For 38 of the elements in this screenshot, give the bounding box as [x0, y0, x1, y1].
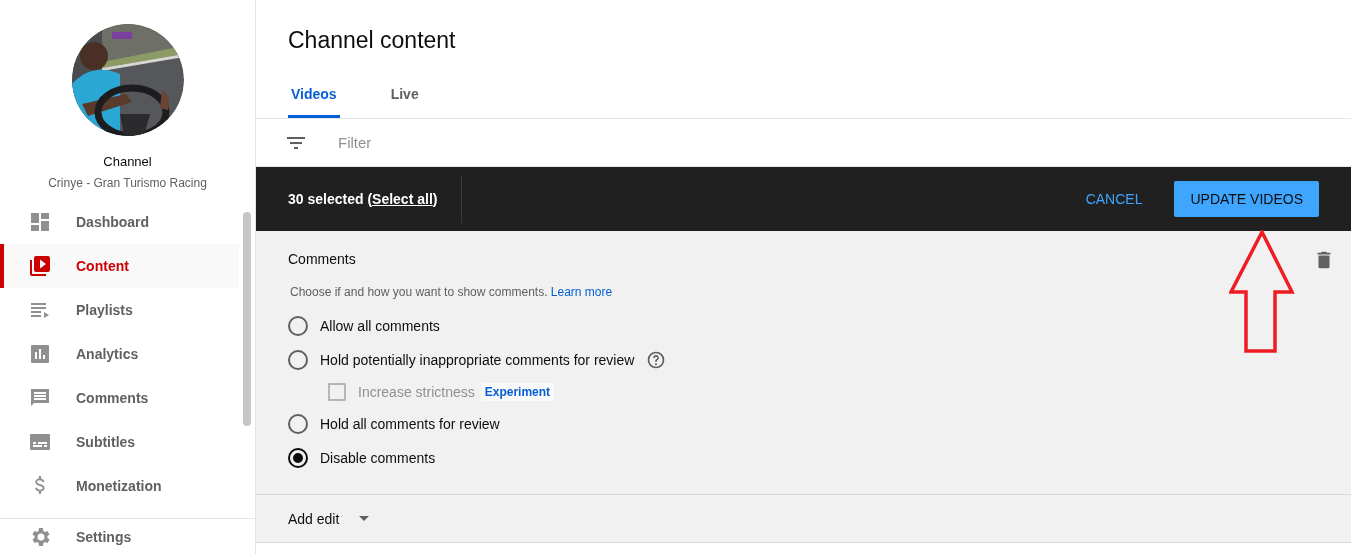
- page-title: Channel content: [288, 26, 456, 54]
- option-label: Increase strictness: [358, 384, 475, 400]
- select-all-link[interactable]: Select all: [372, 191, 433, 207]
- option-label: Hold all comments for review: [320, 416, 500, 432]
- selection-summary: 30 selected (Select all): [288, 191, 438, 207]
- channel-label: Channel: [103, 154, 152, 169]
- option-label: Hold potentially inappropriate comments for review: [320, 352, 635, 368]
- sidebar-item[interactable]: Dashboard: [0, 200, 239, 244]
- dashboard-icon: [28, 210, 52, 234]
- tab[interactable]: Live: [387, 80, 422, 118]
- help-icon[interactable]: [646, 350, 667, 370]
- radio-button[interactable]: [288, 350, 308, 370]
- chart-icon: [28, 342, 52, 366]
- filter-field[interactable]: Filter: [336, 133, 640, 152]
- sidebar-item[interactable]: Comments: [0, 376, 239, 420]
- experiment-badge: Experiment: [480, 383, 555, 401]
- sidebar-item[interactable]: Subtitles: [0, 420, 239, 464]
- cancel-button[interactable]: CANCEL: [1069, 181, 1159, 217]
- option-label: Allow all comments: [320, 318, 440, 334]
- radio-button[interactable]: [288, 414, 308, 434]
- play-icon: [28, 254, 52, 278]
- tab[interactable]: Videos: [288, 80, 340, 118]
- add-edit-dropdown[interactable]: Add edit: [288, 510, 370, 527]
- option-label: Disable comments: [320, 450, 436, 466]
- caret-icon: [359, 516, 370, 521]
- radio-button[interactable]: [288, 448, 308, 468]
- sidebar-item[interactable]: Content: [0, 244, 239, 288]
- section-title: Comments: [288, 249, 356, 267]
- radio-button[interactable]: [288, 316, 308, 336]
- channel-name: Crinye - Gran Turismo Racing: [48, 176, 207, 190]
- update-button[interactable]: UPDATE VIDEOS: [1174, 181, 1319, 217]
- sidebar-item[interactable]: Monetization: [0, 464, 239, 508]
- sidebar-item[interactable]: Playlists: [0, 288, 239, 332]
- description: Choose if and how you want to show comments. Learn more: [290, 285, 614, 299]
- sidebar-item[interactable]: Settings: [0, 519, 255, 554]
- learn-more-link[interactable]: Learn more: [550, 285, 613, 299]
- sidebar-item[interactable]: Analytics: [0, 332, 239, 376]
- scrollbar[interactable]: [243, 212, 251, 426]
